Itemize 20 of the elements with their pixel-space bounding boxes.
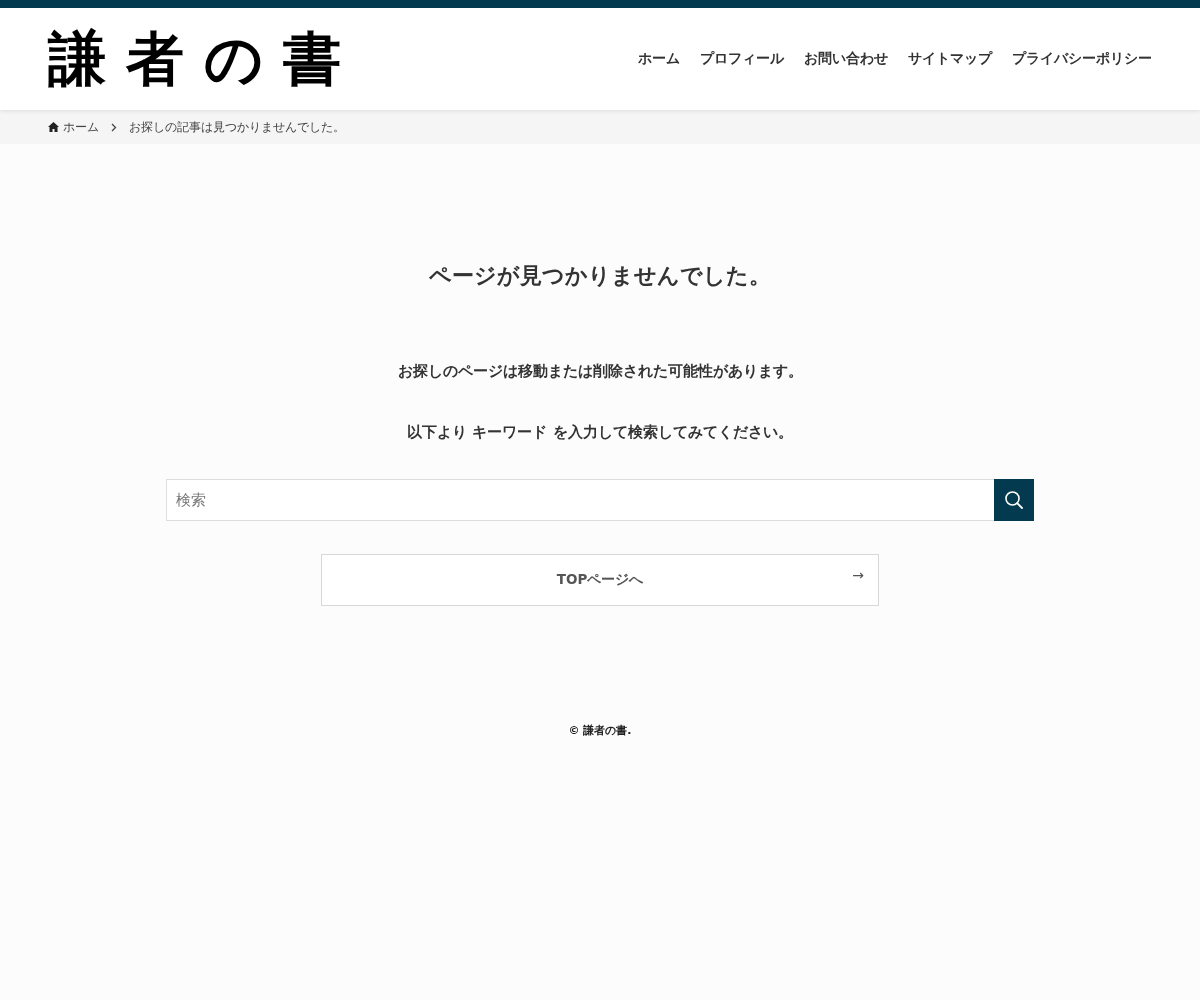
message-text: お探しのページは移動または削除された可能性があります。 (396, 362, 804, 381)
nav-link[interactable]: サイトマップ (908, 50, 992, 68)
arrow-right: → (852, 567, 864, 583)
home-icon (48, 122, 59, 132)
breadcrumb-link-text[interactable]: ホーム (63, 118, 99, 136)
site-logo[interactable]: 謙者の書 (48, 30, 361, 88)
nav-link[interactable]: プロフィール (700, 50, 784, 68)
top-page-button[interactable]: TOPページへ → (321, 554, 879, 606)
nav-link[interactable]: ホーム (638, 50, 680, 68)
breadcrumb-current: お探しの記事は見つかりませんでした。 (129, 118, 345, 136)
search-button[interactable] (994, 479, 1034, 521)
breadcrumb-home-link[interactable]: ホーム (48, 118, 99, 136)
nav-link[interactable]: プライバシーポリシー (1012, 50, 1152, 68)
message-text: 以下より キーワード を入力して検索してみてください。 (406, 423, 794, 442)
search-icon (1004, 490, 1024, 510)
chevron-right-icon (111, 122, 117, 132)
copyright-text: © 謙者の書. (568, 724, 632, 737)
page-title: ページが見つかりませんでした。 (428, 262, 772, 290)
search-field[interactable]: 検索 (166, 479, 994, 521)
nav-link[interactable]: お問い合わせ (804, 50, 888, 68)
